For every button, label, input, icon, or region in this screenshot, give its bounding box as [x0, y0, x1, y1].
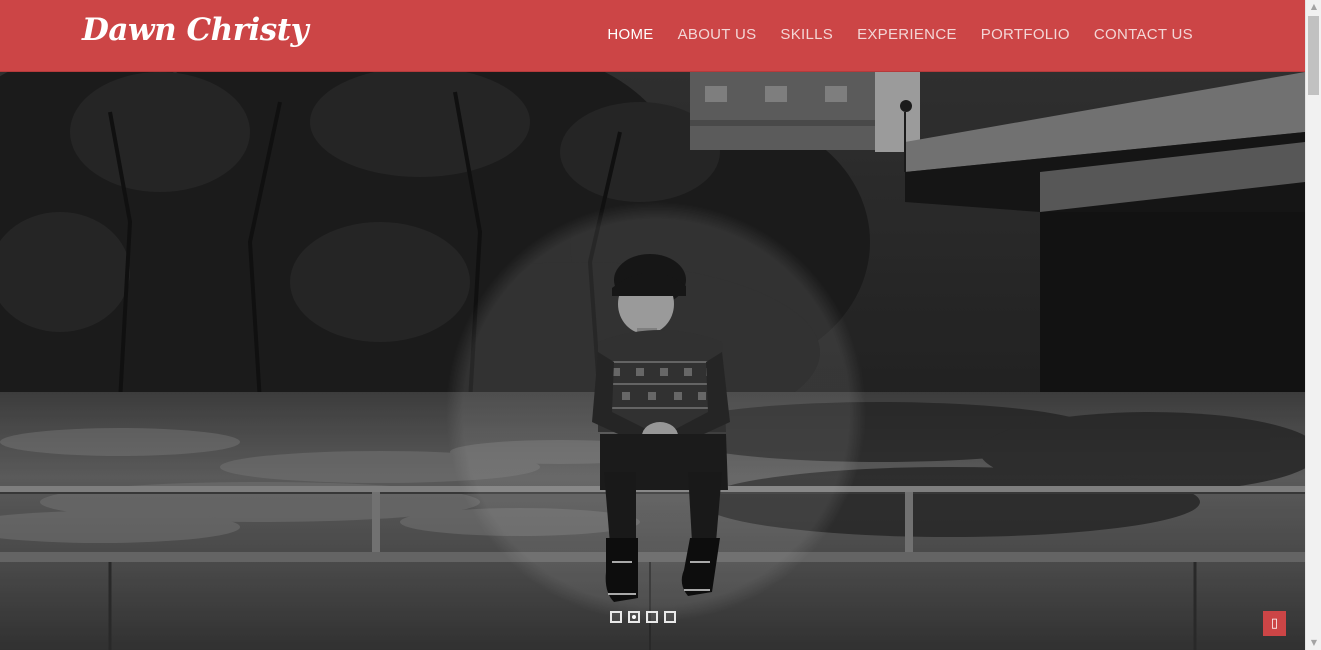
slider-dot-1[interactable] [610, 611, 622, 623]
hero-background-photo [0, 72, 1305, 650]
main-nav: HOME ABOUT US SKILLS EXPERIENCE PORTFOLI… [583, 26, 1193, 43]
vertical-scrollbar[interactable]: ▲ ▼ [1305, 0, 1321, 650]
slider-pagination [610, 611, 676, 623]
nav-item-portfolio[interactable]: PORTFOLIO [981, 26, 1070, 43]
nav-item-experience[interactable]: EXPERIENCE [857, 26, 957, 43]
nav-item-contact-us[interactable]: CONTACT US [1094, 26, 1193, 43]
scroll-down-arrow-icon[interactable]: ▼ [1306, 636, 1321, 650]
mobile-icon: ▯ [1270, 616, 1279, 631]
page: Dawn Christy HOME ABOUT US SKILLS EXPERI… [0, 0, 1321, 650]
nav-item-about-us[interactable]: ABOUT US [678, 26, 757, 43]
slider-dot-2[interactable] [628, 611, 640, 623]
top-navbar: Dawn Christy HOME ABOUT US SKILLS EXPERI… [0, 0, 1305, 72]
back-to-top-button[interactable]: ▯ [1263, 611, 1286, 636]
slider-dot-3[interactable] [646, 611, 658, 623]
scrollbar-thumb[interactable] [1308, 16, 1319, 95]
hero-slider [0, 72, 1305, 650]
nav-item-home[interactable]: HOME [607, 26, 653, 43]
slider-dot-4[interactable] [664, 611, 676, 623]
scroll-up-arrow-icon[interactable]: ▲ [1306, 0, 1321, 14]
nav-item-skills[interactable]: SKILLS [780, 26, 833, 43]
site-logo[interactable]: Dawn Christy [82, 12, 309, 48]
